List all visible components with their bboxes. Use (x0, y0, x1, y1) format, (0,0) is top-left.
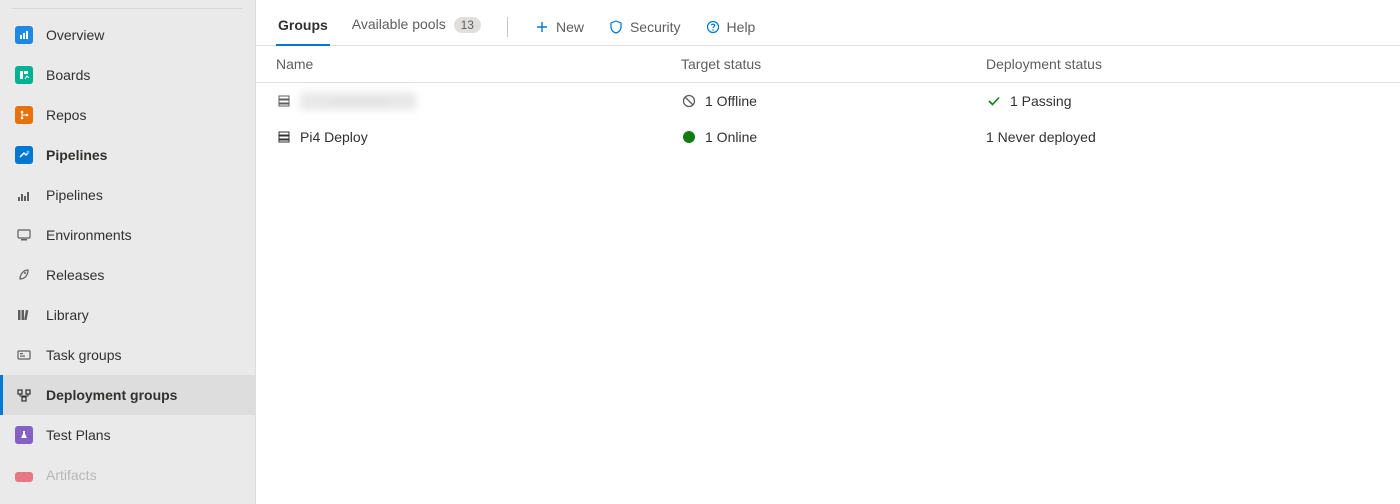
help-button[interactable]: Help (703, 13, 758, 41)
sidebar-item-releases[interactable]: Releases (0, 255, 255, 295)
tab-label: Groups (278, 17, 328, 33)
boards-icon (14, 65, 34, 85)
releases-icon (14, 265, 34, 285)
col-name-header[interactable]: Name (276, 56, 681, 72)
deployment-groups-icon (14, 385, 34, 405)
library-icon (14, 305, 34, 325)
target-status: 1 Online (705, 129, 757, 145)
tabs-row: Groups Available pools 13 New Security H… (256, 0, 1400, 46)
sidebar-item-label: Releases (46, 267, 104, 283)
sidebar-item-label: Task groups (46, 347, 121, 363)
sidebar: Overview Boards Repos Pipelines Pipeline… (0, 0, 256, 504)
plus-icon (534, 19, 550, 35)
shield-icon (608, 19, 624, 35)
sidebar-item-label: Library (46, 307, 89, 323)
deploy-status: 1 Never deployed (986, 129, 1096, 145)
sidebar-item-sub-pipelines[interactable]: Pipelines (0, 175, 255, 215)
sidebar-item-label: Boards (46, 67, 90, 83)
security-button[interactable]: Security (606, 13, 683, 41)
sidebar-item-test-plans[interactable]: Test Plans (0, 415, 255, 455)
sidebar-item-pipelines[interactable]: Pipelines (0, 135, 255, 175)
sidebar-divider (12, 8, 243, 9)
sidebar-item-label: Environments (46, 227, 132, 243)
table-header: Name Target status Deployment status (256, 46, 1400, 83)
online-icon (681, 129, 697, 145)
test-plans-icon (14, 425, 34, 445)
help-icon (705, 19, 721, 35)
sidebar-item-label: Deployment groups (46, 387, 177, 403)
row-name: Pi4 Deploy (300, 129, 368, 145)
pipelines-icon (14, 145, 34, 165)
col-target-header[interactable]: Target status (681, 56, 986, 72)
offline-icon (681, 93, 697, 109)
sidebar-item-label: Pipelines (46, 147, 107, 163)
action-label: Security (630, 19, 681, 35)
tab-groups[interactable]: Groups (276, 9, 330, 45)
available-pools-badge: 13 (454, 17, 481, 33)
sidebar-item-deployment-groups[interactable]: Deployment groups (0, 375, 255, 415)
server-icon (276, 129, 292, 145)
sidebar-item-task-groups[interactable]: Task groups (0, 335, 255, 375)
sidebar-item-label: Pipelines (46, 187, 103, 203)
deploy-status: 1 Passing (1010, 93, 1071, 109)
sidebar-item-label: Overview (46, 27, 104, 43)
sidebar-item-overview[interactable]: Overview (0, 15, 255, 55)
sidebar-item-label: Artifacts (46, 467, 97, 483)
sidebar-item-label: Test Plans (46, 427, 111, 443)
col-deploy-header[interactable]: Deployment status (986, 56, 1380, 72)
environments-icon (14, 225, 34, 245)
row-name-blurred: ············ (300, 92, 416, 110)
tab-available-pools[interactable]: Available pools 13 (350, 8, 483, 45)
sub-pipelines-icon (14, 185, 34, 205)
sidebar-item-artifacts[interactable]: Artifacts (0, 455, 255, 495)
action-label: New (556, 19, 584, 35)
tab-divider (507, 17, 508, 37)
table-row[interactable]: Pi4 Deploy 1 Online 1 Never deployed (256, 120, 1400, 155)
sidebar-item-library[interactable]: Library (0, 295, 255, 335)
artifacts-icon (14, 465, 34, 485)
new-button[interactable]: New (532, 13, 586, 41)
task-groups-icon (14, 345, 34, 365)
table-row[interactable]: ············ 1 Offline 1 Passing (256, 83, 1400, 120)
sidebar-item-repos[interactable]: Repos (0, 95, 255, 135)
sidebar-item-environments[interactable]: Environments (0, 215, 255, 255)
target-status: 1 Offline (705, 93, 757, 109)
repos-icon (14, 105, 34, 125)
server-icon (276, 93, 292, 109)
action-label: Help (727, 19, 756, 35)
sidebar-item-label: Repos (46, 107, 86, 123)
main-content: Groups Available pools 13 New Security H… (256, 0, 1400, 504)
tab-label: Available pools (352, 16, 446, 32)
overview-icon (14, 25, 34, 45)
sidebar-item-boards[interactable]: Boards (0, 55, 255, 95)
check-icon (986, 93, 1002, 109)
